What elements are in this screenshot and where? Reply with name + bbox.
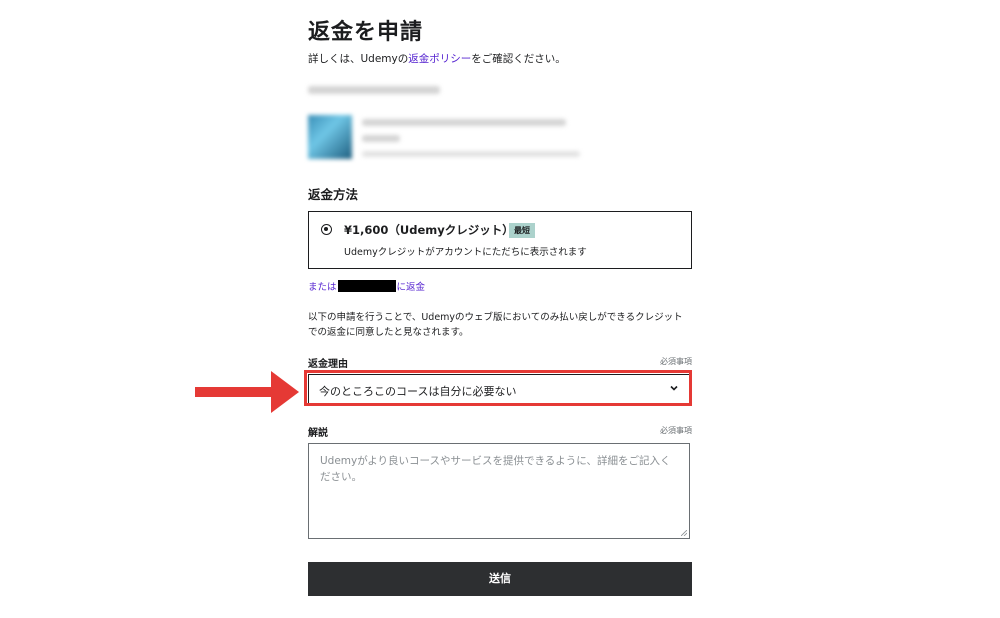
blurred-course-meta (362, 151, 580, 157)
red-arrow-icon (195, 371, 299, 413)
redacted-block (337, 280, 396, 292)
comment-placeholder: Udemyがより良いコースやサービスを提供できるように、詳細をご記入ください。 (320, 455, 671, 483)
alternative-prefix: または (308, 282, 337, 293)
fastest-badge: 最短 (509, 223, 535, 238)
reason-label: 返金理由 (308, 359, 348, 370)
alternative-suffix: に返金 (396, 282, 426, 293)
refund-method-description: Udemyクレジットがアカウントにただちに表示されます (344, 247, 587, 258)
reason-highlight-box (304, 370, 692, 406)
page-title: 返金を申請 (308, 19, 424, 45)
subtitle-prefix: 詳しくは、Udemyの (308, 53, 409, 65)
comment-required: 必須事項 (660, 426, 692, 435)
subtitle-suffix: をご確認ください。 (471, 53, 566, 65)
page-subtitle: 詳しくは、Udemyの返金ポリシーをご確認ください。 (308, 51, 566, 66)
agreement-text: 以下の申請を行うことで、Udemyのウェブ版においてのみ払い戻しができるクレジッ… (308, 312, 683, 338)
radio-selected-icon[interactable] (321, 224, 332, 235)
comment-label: 解説 (308, 428, 328, 439)
course-thumbnail (308, 115, 352, 159)
blurred-course-title (362, 119, 566, 126)
resize-grip-icon[interactable] (681, 530, 687, 536)
refund-method-heading: 返金方法 (308, 187, 359, 202)
blurred-course-price (362, 135, 400, 142)
refund-policy-link[interactable]: 返金ポリシー (408, 53, 471, 65)
submit-button[interactable]: 送信 (308, 562, 692, 596)
blurred-order-date (308, 86, 440, 94)
alternative-refund-link[interactable]: または に返金 (308, 279, 425, 293)
comment-textarea[interactable]: Udemyがより良いコースやサービスを提供できるように、詳細をご記入ください。 (308, 443, 690, 539)
reason-required: 必須事項 (660, 357, 692, 366)
refund-method-label: ¥1,600（Udemyクレジット） (344, 223, 514, 237)
refund-method-option[interactable]: ¥1,600（Udemyクレジット） 最短 Udemyクレジットがアカウントにた… (308, 211, 692, 269)
